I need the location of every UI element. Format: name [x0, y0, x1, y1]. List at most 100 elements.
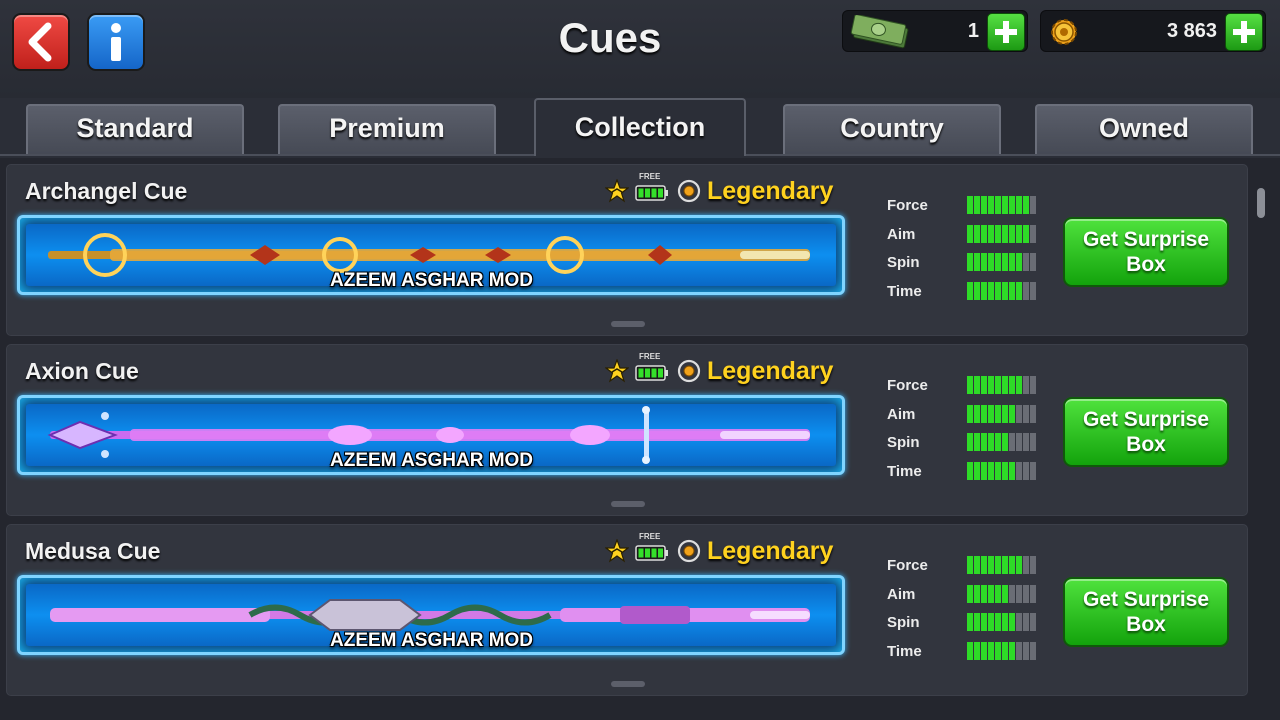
stat-segment [995, 376, 1001, 394]
stat-label: Aim [887, 585, 916, 603]
tab-collection[interactable]: Collection [534, 98, 746, 156]
cue-name: Archangel Cue [25, 178, 188, 204]
stat-segment [1002, 282, 1008, 301]
cue-preview[interactable]: AZEEM ASGHAR MOD [17, 215, 845, 295]
stat-segment [981, 196, 987, 214]
stat-segment [1030, 556, 1036, 574]
cue-badges: FREE [597, 171, 707, 207]
coins-value: 3 863 [1166, 20, 1217, 42]
stat-segment [1023, 642, 1029, 661]
stat-segment [1030, 613, 1036, 632]
stat-segment [988, 462, 994, 481]
get-surprise-box-button[interactable]: Get Surprise Box [1063, 577, 1229, 647]
add-cash-button[interactable] [987, 13, 1025, 51]
get-surprise-box-button[interactable]: Get Surprise Box [1063, 217, 1229, 287]
stat-segment [981, 642, 987, 661]
stat-segment [1002, 196, 1008, 214]
tab-country[interactable]: Country [783, 104, 1001, 154]
cue-badges: FREE [597, 351, 707, 387]
stat-label: Force [887, 557, 928, 574]
cue-stats: Force Aim Spin Time [887, 195, 1057, 310]
stat-segment [1030, 404, 1036, 423]
add-coins-button[interactable] [1225, 13, 1263, 51]
stat-spin: Spin [887, 612, 1057, 641]
stat-segment [1016, 282, 1022, 301]
stat-segment [1030, 196, 1036, 214]
stat-segment [995, 282, 1001, 301]
stat-segment [967, 613, 973, 632]
stat-label: Spin [887, 614, 920, 632]
stat-segment [974, 556, 980, 574]
stat-segment [1030, 584, 1036, 603]
stat-force: Force [887, 375, 1057, 404]
stat-segment [1009, 462, 1015, 481]
tab-standard[interactable]: Standard [26, 104, 244, 154]
stat-segment [1023, 433, 1029, 452]
stat-segment [1002, 613, 1008, 632]
back-button[interactable] [12, 13, 70, 71]
stat-segment [1023, 404, 1029, 423]
battery-icon [635, 365, 668, 381]
stat-segment [974, 584, 980, 603]
stat-segment [981, 556, 987, 574]
recharge-icon [677, 179, 701, 203]
stat-segment [981, 462, 987, 481]
info-button[interactable] [87, 13, 145, 71]
free-label: FREE [639, 352, 661, 361]
stat-segment [1023, 224, 1029, 243]
stat-segment [988, 556, 994, 574]
rarity-label: Legendary [707, 357, 834, 385]
stat-segment [1002, 462, 1008, 481]
stat-segment [1002, 253, 1008, 272]
stat-aim: Aim [887, 404, 1057, 433]
stat-segment [1009, 642, 1015, 661]
stat-segment [995, 642, 1001, 661]
stat-force: Force [887, 555, 1057, 584]
cue-card: Medusa Cue FREE Legendary AZEEM ASGHAR M… [6, 524, 1248, 696]
stat-label: Force [887, 377, 928, 394]
stat-force: Force [887, 195, 1057, 224]
stat-segment [974, 253, 980, 272]
free-label: FREE [639, 532, 661, 541]
cue-card: Axion Cue FREE Legendary AZEEM ASGHAR MO… [6, 344, 1248, 516]
cue-preview[interactable]: AZEEM ASGHAR MOD [17, 575, 845, 655]
stat-segment [1016, 462, 1022, 481]
stat-label: Spin [887, 434, 920, 452]
stat-segment [988, 253, 994, 272]
recharge-icon [677, 359, 701, 383]
stat-segment [1016, 433, 1022, 452]
stat-segment [988, 433, 994, 452]
stat-segment [1002, 584, 1008, 603]
cue-badges: FREE [597, 531, 707, 567]
stat-segment [988, 613, 994, 632]
stat-segment [981, 613, 987, 632]
stat-label: Time [887, 643, 922, 661]
cue-list[interactable]: Archangel Cue FREE Legendary AZEEM ASGHA… [0, 158, 1280, 720]
drag-handle[interactable] [611, 681, 645, 687]
stat-segment [1002, 404, 1008, 423]
get-surprise-box-button[interactable]: Get Surprise Box [1063, 397, 1229, 467]
stat-segment [995, 556, 1001, 574]
tab-owned[interactable]: Owned [1035, 104, 1253, 154]
page-title: Cues [558, 14, 662, 61]
battery-icon [635, 185, 668, 201]
stat-segment [974, 613, 980, 632]
stat-segment [967, 224, 973, 243]
stat-segment [1002, 376, 1008, 394]
stat-segment [1016, 404, 1022, 423]
scrollbar-thumb[interactable] [1257, 188, 1265, 218]
drag-handle[interactable] [611, 321, 645, 327]
cash-value: 1 [967, 20, 979, 42]
stat-segment [995, 584, 1001, 603]
force-bar [967, 556, 1036, 574]
cue-preview[interactable]: AZEEM ASGHAR MOD [17, 395, 845, 475]
tab-premium[interactable]: Premium [278, 104, 496, 154]
stat-segment [1009, 556, 1015, 574]
time-bar [967, 642, 1036, 661]
drag-handle[interactable] [611, 501, 645, 507]
stat-spin: Spin [887, 252, 1057, 281]
stat-segment [1009, 282, 1015, 301]
stat-segment [1009, 584, 1015, 603]
stat-segment [1016, 196, 1022, 214]
cue-stats: Force Aim Spin Time [887, 375, 1057, 490]
